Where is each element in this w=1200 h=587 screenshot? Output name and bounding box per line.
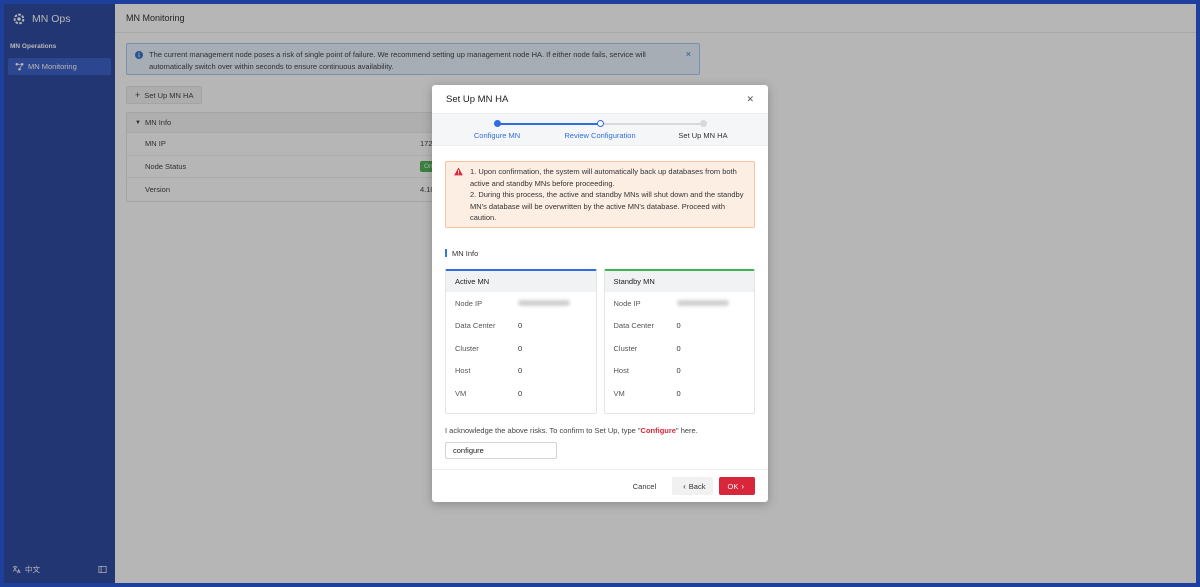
- card-value: 0: [518, 366, 523, 376]
- active-mn-card: Active MN Node IP Data Center 0 Cluster …: [445, 269, 597, 414]
- step-dot-review-configuration: [597, 120, 604, 127]
- step-label-review-configuration: Review Configuration: [564, 131, 636, 140]
- card-title: Standby MN: [604, 271, 754, 292]
- app-window: MN Ops MN Operations MN Monitoring 中文 MN…: [4, 4, 1196, 583]
- card-value: 0: [676, 321, 681, 331]
- ack-prefix: I acknowledge the above risks. To confir…: [445, 426, 641, 435]
- ack-keyword: Configure: [640, 426, 676, 435]
- card-row-node-ip: Node IP: [446, 292, 596, 315]
- ack-suffix: " here.: [675, 426, 698, 435]
- confirm-keyword-input[interactable]: [445, 442, 557, 459]
- card-label: VM: [613, 388, 625, 398]
- card-row-vm: VM 0: [446, 382, 596, 405]
- set-up-mn-ha-dialog: Set Up MN HA ✕ Configure MN Review Confi…: [432, 85, 768, 502]
- close-icon[interactable]: ✕: [746, 94, 754, 105]
- chevron-right-icon: ›: [741, 481, 744, 491]
- card-row-cluster: Cluster 0: [605, 337, 755, 360]
- step-dot-set-up-mn-ha: [700, 120, 707, 127]
- section-title-text: MN Info: [452, 248, 479, 258]
- card-value: 0: [676, 343, 681, 353]
- card-label: Cluster: [613, 343, 638, 353]
- card-row-host: Host 0: [605, 360, 755, 383]
- card-label: Node IP: [455, 298, 483, 308]
- card-label: VM: [455, 388, 467, 398]
- warning-item: 2. During this process, the active and s…: [470, 190, 744, 222]
- back-label: Back: [688, 481, 706, 491]
- dialog-footer: Cancel ‹ Back OK ›: [432, 469, 768, 502]
- section-accent-bar: [445, 249, 447, 257]
- step-label-configure-mn: Configure MN: [473, 131, 521, 140]
- card-value: 0: [518, 321, 523, 331]
- back-button[interactable]: ‹ Back: [672, 477, 714, 495]
- warning-icon: [454, 167, 463, 176]
- ok-label: OK: [727, 481, 739, 491]
- card-value: 0: [518, 388, 523, 398]
- card-label: Host: [455, 366, 471, 376]
- risk-warning: 1. Upon confirmation, the system will au…: [445, 161, 755, 228]
- card-label: Data Center: [613, 321, 654, 331]
- step-dot-configure-mn: [494, 120, 501, 127]
- card-value: 0: [676, 366, 681, 376]
- card-row-node-ip: Node IP: [605, 292, 755, 315]
- card-title: Active MN: [446, 271, 596, 292]
- ok-button[interactable]: OK ›: [719, 477, 755, 495]
- redacted-ip: [518, 299, 570, 306]
- mn-info-section-title: MN Info: [445, 247, 768, 259]
- step-connector-pending: [603, 123, 703, 125]
- step-label-set-up-mn-ha: Set Up MN HA: [678, 131, 728, 140]
- warning-item: 1. Upon confirmation, the system will au…: [470, 167, 737, 188]
- node-ip-value: [518, 299, 570, 308]
- card-value: 0: [676, 388, 681, 398]
- warning-text: 1. Upon confirmation, the system will au…: [470, 166, 748, 227]
- card-label: Data Center: [455, 321, 496, 331]
- card-row-host: Host 0: [446, 360, 596, 383]
- card-row-vm: VM 0: [605, 382, 755, 405]
- standby-mn-card: Standby MN Node IP Data Center 0 Cluster…: [603, 269, 755, 414]
- step-indicator: Configure MN Review Configuration Set Up…: [432, 113, 768, 146]
- card-value: 0: [518, 343, 523, 353]
- chevron-left-icon: ‹: [683, 481, 686, 491]
- card-row-data-center: Data Center 0: [605, 315, 755, 338]
- acknowledge-instruction: I acknowledge the above risks. To confir…: [445, 426, 768, 435]
- card-label: Cluster: [455, 343, 479, 353]
- dialog-title: Set Up MN HA: [446, 93, 509, 105]
- node-ip-value: [676, 299, 729, 308]
- card-row-cluster: Cluster 0: [446, 337, 596, 360]
- mn-cards: Active MN Node IP Data Center 0 Cluster …: [445, 269, 755, 414]
- redacted-ip: [676, 299, 729, 306]
- cancel-button[interactable]: Cancel: [625, 477, 664, 495]
- card-label: Node IP: [613, 298, 641, 308]
- step-connector-done: [499, 123, 599, 125]
- dialog-header: Set Up MN HA ✕: [432, 85, 768, 113]
- card-label: Host: [613, 366, 629, 376]
- card-row-data-center: Data Center 0: [446, 315, 596, 338]
